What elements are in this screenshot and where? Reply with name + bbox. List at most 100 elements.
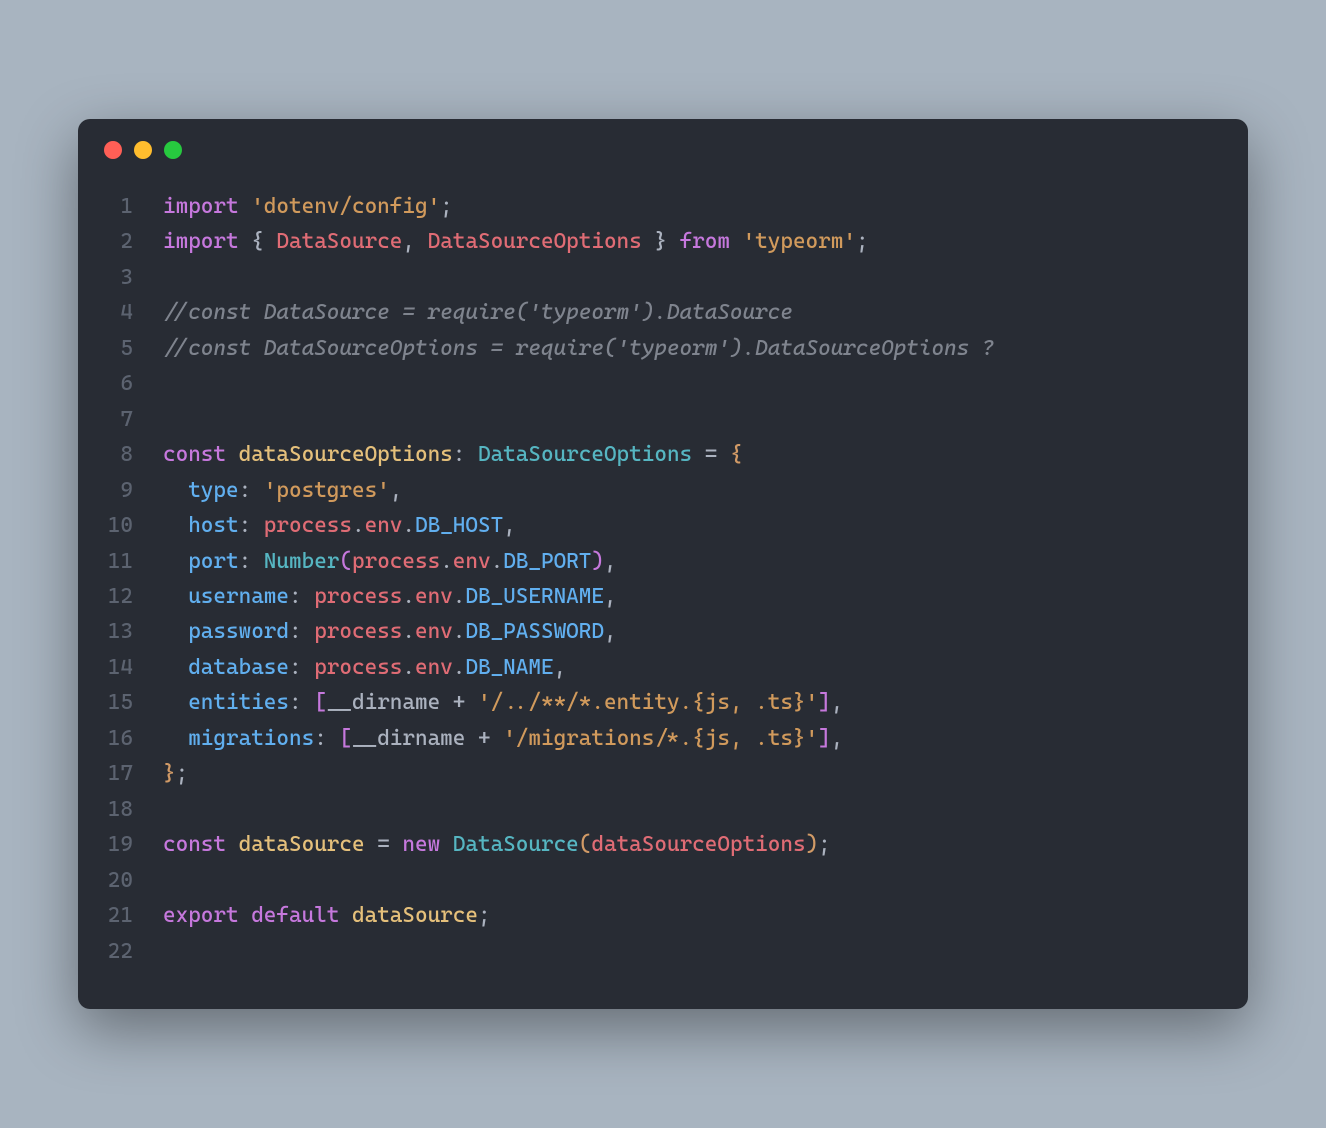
token [730, 229, 743, 254]
token: env [415, 584, 453, 609]
line-number: 12 [78, 579, 163, 614]
token: . [402, 655, 415, 680]
token: . [440, 549, 453, 574]
token: . [453, 655, 466, 680]
token: DB_PORT [503, 549, 591, 574]
token: ] [818, 726, 831, 751]
token: 'postgres' [264, 478, 390, 503]
token: export [163, 903, 239, 928]
token: ] [818, 690, 831, 715]
token: [ [339, 726, 352, 751]
token: process [352, 549, 440, 574]
token: host [188, 513, 238, 538]
close-icon[interactable] [104, 141, 122, 159]
token: Number [264, 549, 340, 574]
line-number: 10 [78, 508, 163, 543]
token: ) [591, 549, 604, 574]
line-content [163, 260, 176, 295]
line-content: entities: [__dirname + '/../**/*.entity.… [163, 685, 843, 720]
token [239, 229, 252, 254]
line-number: 11 [78, 544, 163, 579]
code-window: 1import 'dotenv/config';2import { DataSo… [78, 119, 1248, 1009]
token: : [453, 442, 478, 467]
token: ; [478, 903, 491, 928]
token: process [314, 655, 402, 680]
line-content [163, 934, 176, 969]
code-line: 17}; [78, 756, 1248, 791]
token: : [289, 655, 314, 680]
token: //const DataSource = require('typeorm').… [163, 300, 793, 325]
token: { [251, 229, 276, 254]
token: . [491, 549, 504, 574]
token: DB_PASSWORD [465, 619, 604, 644]
token [163, 655, 188, 680]
token: ; [856, 229, 869, 254]
token: username [188, 584, 289, 609]
line-content: import { DataSource, DataSourceOptions }… [163, 224, 869, 259]
token [239, 194, 252, 219]
line-number: 3 [78, 260, 163, 295]
token: entities [188, 690, 289, 715]
token: DB_NAME [465, 655, 553, 680]
token: } [163, 761, 176, 786]
line-number: 13 [78, 614, 163, 649]
line-number: 2 [78, 224, 163, 259]
token: from [680, 229, 730, 254]
line-content: host: process.env.DB_HOST, [163, 508, 516, 543]
code-line: 1import 'dotenv/config'; [78, 189, 1248, 224]
token: = [692, 442, 730, 467]
token [163, 584, 188, 609]
code-line: 20 [78, 863, 1248, 898]
token: . [402, 584, 415, 609]
token: } [642, 229, 680, 254]
code-line: 16 migrations: [__dirname + '/migrations… [78, 721, 1248, 756]
line-content: //const DataSourceOptions = require('typ… [163, 331, 994, 366]
line-content: database: process.env.DB_NAME, [163, 650, 566, 685]
token: DataSourceOptions [478, 442, 692, 467]
token: : [289, 690, 314, 715]
token: __dirname [352, 726, 465, 751]
token: const [163, 832, 226, 857]
token [163, 619, 188, 644]
line-content: port: Number(process.env.DB_PORT), [163, 544, 617, 579]
code-line: 11 port: Number(process.env.DB_PORT), [78, 544, 1248, 579]
token: env [453, 549, 491, 574]
line-number: 21 [78, 898, 163, 933]
token: dataSourceOptions [239, 442, 453, 467]
token: '/migrations/*.{js, .ts}' [503, 726, 818, 751]
token: ( [579, 832, 592, 857]
token: password [188, 619, 289, 644]
token: . [453, 619, 466, 644]
token: import [163, 229, 239, 254]
token: , [831, 690, 844, 715]
maximize-icon[interactable] [164, 141, 182, 159]
token: DataSource [453, 832, 579, 857]
line-number: 15 [78, 685, 163, 720]
line-number: 1 [78, 189, 163, 224]
token: : [239, 513, 264, 538]
token: [ [314, 690, 327, 715]
token: process [314, 584, 402, 609]
token: process [264, 513, 352, 538]
token: , [390, 478, 403, 503]
line-content: }; [163, 756, 188, 791]
token: dataSource [352, 903, 478, 928]
line-content: const dataSourceOptions: DataSourceOptio… [163, 437, 743, 472]
code-line: 4//const DataSource = require('typeorm')… [78, 295, 1248, 330]
token [239, 903, 252, 928]
token: + [440, 690, 478, 715]
line-content: export default dataSource; [163, 898, 491, 933]
code-line: 12 username: process.env.DB_USERNAME, [78, 579, 1248, 614]
line-number: 8 [78, 437, 163, 472]
token: ) [806, 832, 819, 857]
minimize-icon[interactable] [134, 141, 152, 159]
window-titlebar [78, 119, 1248, 169]
token [226, 442, 239, 467]
line-content: const dataSource = new DataSource(dataSo… [163, 827, 831, 862]
token: { [730, 442, 743, 467]
code-line: 8const dataSourceOptions: DataSourceOpti… [78, 437, 1248, 472]
line-number: 19 [78, 827, 163, 862]
token [163, 726, 188, 751]
token: '/../**/*.entity.{js, .ts}' [478, 690, 818, 715]
line-content [163, 792, 176, 827]
